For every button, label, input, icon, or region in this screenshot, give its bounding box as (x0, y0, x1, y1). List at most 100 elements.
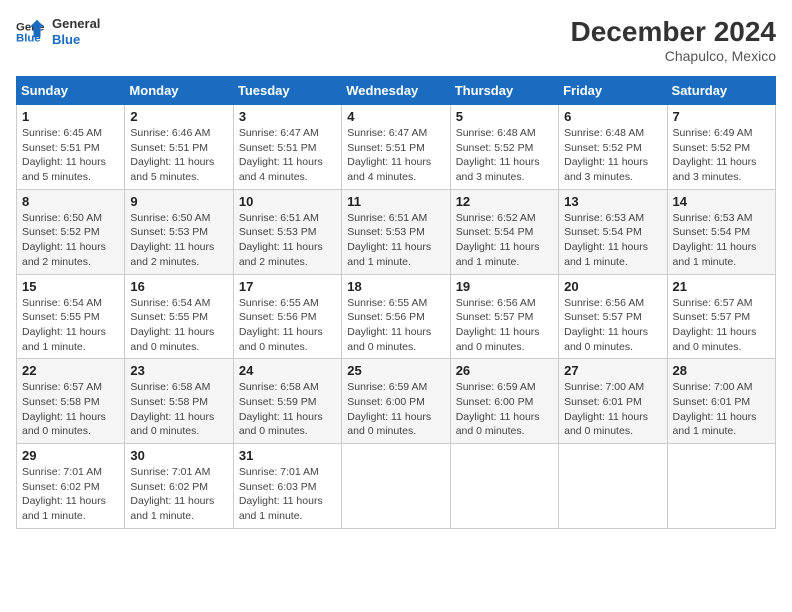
calendar-cell: 17 Sunrise: 6:55 AM Sunset: 5:56 PM Dayl… (233, 274, 341, 359)
calendar-cell: 26 Sunrise: 6:59 AM Sunset: 6:00 PM Dayl… (450, 359, 558, 444)
day-info: Sunrise: 6:53 AM Sunset: 5:54 PM Dayligh… (673, 211, 770, 270)
day-info: Sunrise: 6:52 AM Sunset: 5:54 PM Dayligh… (456, 211, 553, 270)
day-number: 26 (456, 363, 553, 378)
calendar-cell: 28 Sunrise: 7:00 AM Sunset: 6:01 PM Dayl… (667, 359, 775, 444)
day-number: 21 (673, 279, 770, 294)
day-info: Sunrise: 6:56 AM Sunset: 5:57 PM Dayligh… (564, 296, 661, 355)
logo-line1: General (52, 16, 100, 32)
day-info: Sunrise: 6:55 AM Sunset: 5:56 PM Dayligh… (347, 296, 444, 355)
calendar-cell: 25 Sunrise: 6:59 AM Sunset: 6:00 PM Dayl… (342, 359, 450, 444)
day-number: 3 (239, 109, 336, 124)
calendar-cell: 24 Sunrise: 6:58 AM Sunset: 5:59 PM Dayl… (233, 359, 341, 444)
day-number: 13 (564, 194, 661, 209)
calendar-cell: 16 Sunrise: 6:54 AM Sunset: 5:55 PM Dayl… (125, 274, 233, 359)
day-info: Sunrise: 6:58 AM Sunset: 5:58 PM Dayligh… (130, 380, 227, 439)
calendar-cell: 31 Sunrise: 7:01 AM Sunset: 6:03 PM Dayl… (233, 444, 341, 529)
location-subtitle: Chapulco, Mexico (571, 48, 776, 64)
day-info: Sunrise: 6:57 AM Sunset: 5:57 PM Dayligh… (673, 296, 770, 355)
day-number: 27 (564, 363, 661, 378)
day-info: Sunrise: 6:50 AM Sunset: 5:53 PM Dayligh… (130, 211, 227, 270)
calendar-cell: 27 Sunrise: 7:00 AM Sunset: 6:01 PM Dayl… (559, 359, 667, 444)
day-info: Sunrise: 6:48 AM Sunset: 5:52 PM Dayligh… (564, 126, 661, 185)
day-number: 19 (456, 279, 553, 294)
calendar-cell: 15 Sunrise: 6:54 AM Sunset: 5:55 PM Dayl… (17, 274, 125, 359)
calendar-cell: 1 Sunrise: 6:45 AM Sunset: 5:51 PM Dayli… (17, 105, 125, 190)
day-info: Sunrise: 6:56 AM Sunset: 5:57 PM Dayligh… (456, 296, 553, 355)
calendar-cell: 4 Sunrise: 6:47 AM Sunset: 5:51 PM Dayli… (342, 105, 450, 190)
day-info: Sunrise: 6:51 AM Sunset: 5:53 PM Dayligh… (239, 211, 336, 270)
calendar-week-4: 22 Sunrise: 6:57 AM Sunset: 5:58 PM Dayl… (17, 359, 776, 444)
day-number: 31 (239, 448, 336, 463)
page-header: General Blue General Blue December 2024 … (16, 16, 776, 64)
day-info: Sunrise: 6:51 AM Sunset: 5:53 PM Dayligh… (347, 211, 444, 270)
day-number: 11 (347, 194, 444, 209)
header-thursday: Thursday (450, 77, 558, 105)
day-number: 20 (564, 279, 661, 294)
calendar-cell (559, 444, 667, 529)
header-wednesday: Wednesday (342, 77, 450, 105)
calendar-cell: 7 Sunrise: 6:49 AM Sunset: 5:52 PM Dayli… (667, 105, 775, 190)
calendar-cell: 18 Sunrise: 6:55 AM Sunset: 5:56 PM Dayl… (342, 274, 450, 359)
day-number: 10 (239, 194, 336, 209)
calendar-cell: 19 Sunrise: 6:56 AM Sunset: 5:57 PM Dayl… (450, 274, 558, 359)
day-info: Sunrise: 7:00 AM Sunset: 6:01 PM Dayligh… (673, 380, 770, 439)
day-number: 28 (673, 363, 770, 378)
logo-icon: General Blue (16, 18, 44, 46)
calendar-week-2: 8 Sunrise: 6:50 AM Sunset: 5:52 PM Dayli… (17, 189, 776, 274)
header-sunday: Sunday (17, 77, 125, 105)
day-info: Sunrise: 6:55 AM Sunset: 5:56 PM Dayligh… (239, 296, 336, 355)
day-number: 8 (22, 194, 119, 209)
calendar-week-1: 1 Sunrise: 6:45 AM Sunset: 5:51 PM Dayli… (17, 105, 776, 190)
day-info: Sunrise: 6:45 AM Sunset: 5:51 PM Dayligh… (22, 126, 119, 185)
calendar-week-3: 15 Sunrise: 6:54 AM Sunset: 5:55 PM Dayl… (17, 274, 776, 359)
calendar-cell: 2 Sunrise: 6:46 AM Sunset: 5:51 PM Dayli… (125, 105, 233, 190)
day-info: Sunrise: 6:47 AM Sunset: 5:51 PM Dayligh… (239, 126, 336, 185)
day-number: 24 (239, 363, 336, 378)
calendar-cell (450, 444, 558, 529)
day-number: 29 (22, 448, 119, 463)
day-number: 18 (347, 279, 444, 294)
day-info: Sunrise: 7:01 AM Sunset: 6:02 PM Dayligh… (130, 465, 227, 524)
day-info: Sunrise: 7:01 AM Sunset: 6:02 PM Dayligh… (22, 465, 119, 524)
day-info: Sunrise: 6:48 AM Sunset: 5:52 PM Dayligh… (456, 126, 553, 185)
day-number: 30 (130, 448, 227, 463)
day-info: Sunrise: 6:50 AM Sunset: 5:52 PM Dayligh… (22, 211, 119, 270)
calendar-cell: 9 Sunrise: 6:50 AM Sunset: 5:53 PM Dayli… (125, 189, 233, 274)
title-block: December 2024 Chapulco, Mexico (571, 16, 776, 64)
day-info: Sunrise: 6:54 AM Sunset: 5:55 PM Dayligh… (130, 296, 227, 355)
day-number: 6 (564, 109, 661, 124)
header-monday: Monday (125, 77, 233, 105)
calendar-cell (667, 444, 775, 529)
calendar-header-row: SundayMondayTuesdayWednesdayThursdayFrid… (17, 77, 776, 105)
day-info: Sunrise: 6:59 AM Sunset: 6:00 PM Dayligh… (456, 380, 553, 439)
calendar-cell: 5 Sunrise: 6:48 AM Sunset: 5:52 PM Dayli… (450, 105, 558, 190)
day-info: Sunrise: 6:59 AM Sunset: 6:00 PM Dayligh… (347, 380, 444, 439)
calendar-cell: 14 Sunrise: 6:53 AM Sunset: 5:54 PM Dayl… (667, 189, 775, 274)
day-number: 23 (130, 363, 227, 378)
calendar-cell: 8 Sunrise: 6:50 AM Sunset: 5:52 PM Dayli… (17, 189, 125, 274)
calendar-cell: 29 Sunrise: 7:01 AM Sunset: 6:02 PM Dayl… (17, 444, 125, 529)
day-info: Sunrise: 6:49 AM Sunset: 5:52 PM Dayligh… (673, 126, 770, 185)
day-number: 12 (456, 194, 553, 209)
calendar-week-5: 29 Sunrise: 7:01 AM Sunset: 6:02 PM Dayl… (17, 444, 776, 529)
day-number: 14 (673, 194, 770, 209)
logo-line2: Blue (52, 32, 100, 48)
calendar-cell: 3 Sunrise: 6:47 AM Sunset: 5:51 PM Dayli… (233, 105, 341, 190)
day-number: 25 (347, 363, 444, 378)
day-info: Sunrise: 6:57 AM Sunset: 5:58 PM Dayligh… (22, 380, 119, 439)
day-number: 4 (347, 109, 444, 124)
day-info: Sunrise: 6:54 AM Sunset: 5:55 PM Dayligh… (22, 296, 119, 355)
day-info: Sunrise: 6:46 AM Sunset: 5:51 PM Dayligh… (130, 126, 227, 185)
calendar-cell: 20 Sunrise: 6:56 AM Sunset: 5:57 PM Dayl… (559, 274, 667, 359)
day-number: 7 (673, 109, 770, 124)
day-info: Sunrise: 6:53 AM Sunset: 5:54 PM Dayligh… (564, 211, 661, 270)
day-number: 22 (22, 363, 119, 378)
calendar-cell: 30 Sunrise: 7:01 AM Sunset: 6:02 PM Dayl… (125, 444, 233, 529)
logo: General Blue General Blue (16, 16, 100, 47)
calendar-cell: 22 Sunrise: 6:57 AM Sunset: 5:58 PM Dayl… (17, 359, 125, 444)
day-info: Sunrise: 7:00 AM Sunset: 6:01 PM Dayligh… (564, 380, 661, 439)
calendar-cell: 6 Sunrise: 6:48 AM Sunset: 5:52 PM Dayli… (559, 105, 667, 190)
day-number: 17 (239, 279, 336, 294)
day-number: 1 (22, 109, 119, 124)
day-info: Sunrise: 6:47 AM Sunset: 5:51 PM Dayligh… (347, 126, 444, 185)
